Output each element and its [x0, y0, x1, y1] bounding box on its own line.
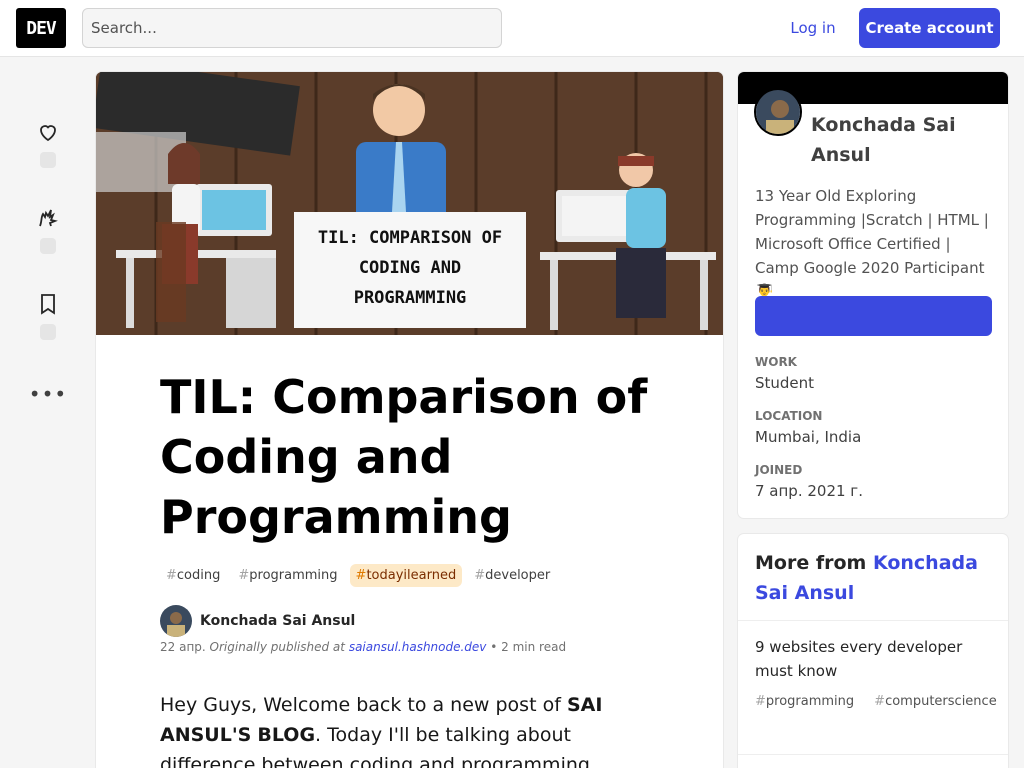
- tag-label: computerscience: [885, 694, 997, 709]
- bookmark-count: [40, 324, 56, 340]
- tag-programming[interactable]: #programming: [232, 564, 343, 587]
- publish-date: 22 апр.: [160, 640, 206, 654]
- profile-bio: 13 Year Old Exploring Programming |Scrat…: [755, 187, 989, 301]
- article-card: TIL: COMPARISON OF CODING AND PROGRAMMIN…: [96, 72, 723, 768]
- joined-value: 7 апр. 2021 г.: [755, 482, 863, 500]
- bookmark-icon: [41, 294, 55, 315]
- author-avatar[interactable]: [160, 605, 192, 637]
- more-from-prefix: More from: [755, 552, 873, 574]
- tag-label: programming: [765, 694, 855, 709]
- author-name[interactable]: Konchada Sai Ansul: [200, 613, 355, 629]
- article-title: TIL: Comparison of Coding and Programmin…: [160, 370, 648, 544]
- tag-developer[interactable]: #developer: [468, 564, 556, 587]
- tag-label: todayilearned: [366, 568, 457, 583]
- article-body: Hey Guys, Welcome back to a new post of …: [160, 690, 665, 768]
- top-navigation-bar: DEV Log in Create account: [0, 0, 1024, 57]
- tag-hash: #: [355, 568, 367, 583]
- work-label: WORK: [755, 355, 797, 369]
- divider: [738, 620, 1008, 621]
- more-from-author-card: More from Konchada Sai Ansul 9 websites …: [738, 534, 1008, 768]
- profile-name[interactable]: Konchada Sai Ansul: [811, 110, 991, 170]
- related-post-tags: #programming#computerscience#career: [755, 689, 997, 715]
- tag-label: developer: [485, 568, 551, 583]
- unicorn-icon: [39, 209, 58, 227]
- profile-avatar[interactable]: [754, 88, 802, 136]
- follow-button[interactable]: [755, 296, 992, 336]
- article-tags: #coding #programming #todayilearned #develo…: [160, 564, 556, 587]
- author-profile-card: Konchada Sai Ansul 13 Year Old Exploring…: [738, 72, 1008, 518]
- related-tag-computerscience[interactable]: #computerscience: [874, 694, 1007, 709]
- tag-hash: #: [755, 694, 766, 709]
- cover-title-line-3: PROGRAMMING: [354, 288, 467, 308]
- article-meta: 22 апр. Originally published at saiansul…: [160, 640, 566, 654]
- work-value: Student: [755, 374, 815, 392]
- unicorn-reaction[interactable]: [28, 206, 68, 254]
- read-time: 2 min read: [501, 640, 567, 654]
- cover-title-line-2: CODING AND: [359, 258, 461, 278]
- joined-label: JOINED: [755, 463, 803, 477]
- unicorn-count: [40, 238, 56, 254]
- intro-bold-2: BLOG: [257, 724, 316, 746]
- location-label: LOCATION: [755, 409, 823, 423]
- heart-reaction[interactable]: [28, 120, 68, 168]
- tag-todayilearned[interactable]: #todayilearned: [349, 564, 463, 587]
- tag-label: programming: [249, 568, 338, 583]
- intro-text-1: Hey Guys, Welcome back to a new post of: [160, 694, 567, 716]
- tag-coding[interactable]: #coding: [160, 564, 226, 587]
- published-prefix: Originally published at: [209, 640, 345, 654]
- more-icon[interactable]: •••: [28, 382, 68, 406]
- more-from-heading: More from Konchada Sai Ansul: [755, 548, 995, 608]
- tag-hash: #: [166, 568, 177, 583]
- bookmark-reaction[interactable]: [28, 292, 68, 340]
- tag-hash: #: [874, 694, 886, 709]
- login-link[interactable]: Log in: [776, 8, 850, 48]
- heart-icon: [40, 125, 56, 142]
- related-post-title[interactable]: 9 websites every developer must know: [755, 635, 995, 683]
- original-post-link[interactable]: saiansul.hashnode.dev: [349, 640, 487, 654]
- tag-hash: #: [238, 568, 250, 583]
- create-account-button[interactable]: Create account: [859, 8, 1000, 48]
- article-author[interactable]: Konchada Sai Ansul: [160, 605, 355, 637]
- cover-image: TIL: COMPARISON OF CODING AND PROGRAMMIN…: [96, 72, 723, 335]
- related-tag-programming[interactable]: #programming: [755, 694, 864, 709]
- heart-count: [40, 152, 56, 168]
- meta-separator: •: [490, 640, 502, 654]
- dev-logo[interactable]: DEV: [16, 8, 66, 48]
- tag-label: coding: [176, 568, 221, 583]
- cover-title-line-1: TIL: COMPARISON OF: [318, 228, 502, 248]
- location-value: Mumbai, India: [755, 428, 862, 446]
- divider: [738, 754, 1008, 755]
- search-input[interactable]: [82, 8, 502, 48]
- tag-hash: #: [474, 568, 486, 583]
